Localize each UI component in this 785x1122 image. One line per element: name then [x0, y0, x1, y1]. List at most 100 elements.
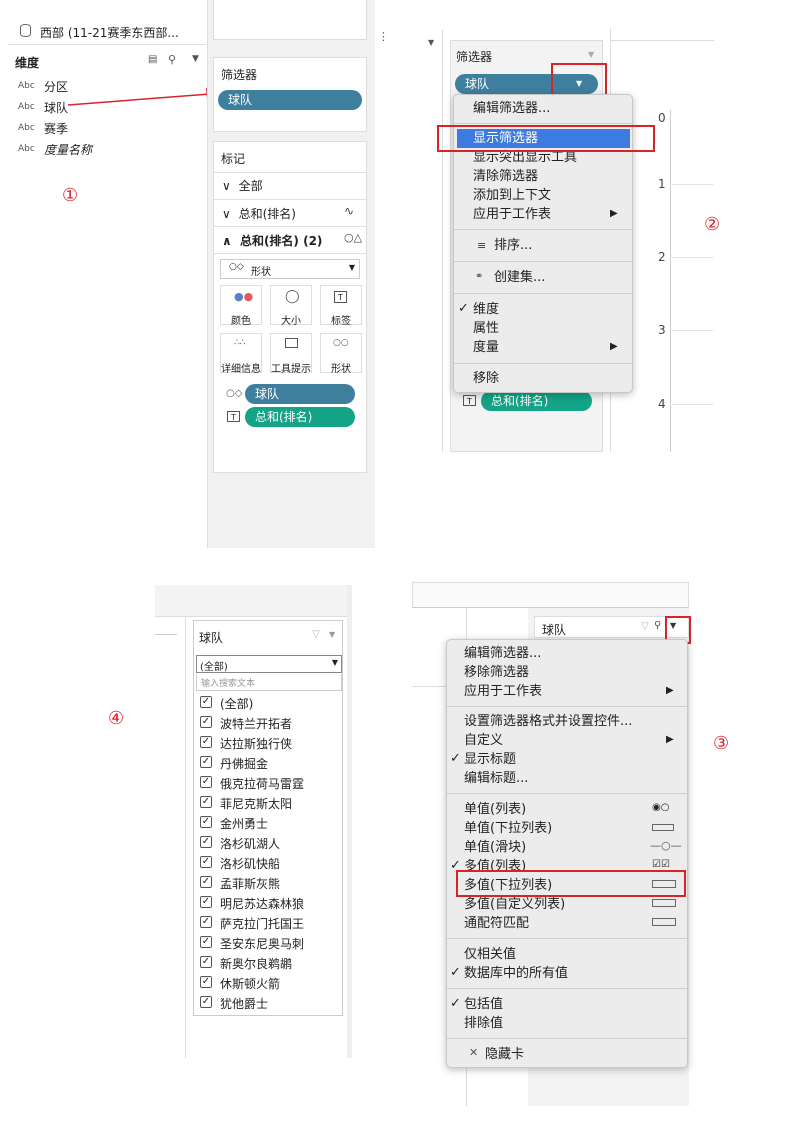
- menu-item-apply-to-worksheets[interactable]: 应用于工作表: [464, 683, 542, 701]
- checkbox[interactable]: ✓: [200, 996, 212, 1008]
- team-list-item[interactable]: ✓ 新奥尔良鹈鹕: [200, 953, 340, 971]
- menu-item-remove[interactable]: 移除: [473, 370, 499, 388]
- label-pill[interactable]: 总和(排名): [481, 391, 592, 411]
- menu-item-attribute[interactable]: 属性: [473, 320, 499, 338]
- chevron-down-icon: ▼: [348, 263, 355, 272]
- menu-item-hide-card[interactable]: 隐藏卡: [485, 1046, 524, 1064]
- submenu-arrow-icon: ▶: [610, 208, 618, 219]
- menu-item-relevant-values[interactable]: 仅相关值: [464, 946, 516, 964]
- chevron-down-icon: ▼: [588, 50, 595, 59]
- marks-sum-rank-row[interactable]: ∨ 总和(排名): [222, 205, 296, 222]
- mark-type-select[interactable]: ○◇ 形状 ▼: [220, 259, 360, 279]
- detail-button[interactable]: ∴∴ 详细信息: [220, 333, 262, 375]
- team-list-item[interactable]: ✓ (全部): [200, 693, 340, 711]
- menu-item-dimension[interactable]: 维度: [473, 301, 499, 319]
- menu-item-single-dropdown[interactable]: 单值(下拉列表): [464, 820, 552, 838]
- checkbox[interactable]: ✓: [200, 796, 212, 808]
- chevron-up-icon: ∧: [222, 234, 232, 248]
- team-list-item[interactable]: ✓ 明尼苏达森林狼: [200, 893, 340, 911]
- checkbox[interactable]: ✓: [200, 976, 212, 988]
- abc-icon: Abc: [18, 102, 35, 112]
- checkbox[interactable]: ✓: [200, 856, 212, 868]
- step-badge: ①: [62, 185, 79, 206]
- filters-title: 筛选器: [456, 50, 493, 64]
- marks-sum-rank-2-row[interactable]: ∧ 总和(排名) (2): [222, 232, 322, 249]
- menu-item-edit-title[interactable]: 编辑标题...: [464, 770, 528, 788]
- checkbox[interactable]: ✓: [200, 876, 212, 888]
- team-list-item[interactable]: ✓ 俄克拉荷马雷霆: [200, 773, 340, 791]
- checkbox[interactable]: ✓: [200, 836, 212, 848]
- menu-item-show-title[interactable]: 显示标题: [464, 751, 516, 769]
- label-button[interactable]: T 标签: [320, 285, 362, 327]
- menu-item-measure[interactable]: 度量: [473, 339, 499, 357]
- menu-item-customize[interactable]: 自定义: [464, 732, 503, 750]
- menu-item-create-set[interactable]: 创建集...: [494, 269, 545, 287]
- checkmark-icon: ✓: [450, 996, 461, 1011]
- checkbox-list-icon: ☑☑: [652, 859, 670, 870]
- field-name: 赛季: [44, 122, 69, 136]
- menu-item-format-filter[interactable]: 设置筛选器格式并设置控件...: [464, 713, 632, 731]
- team-list: ✓ (全部) ✓ 波特兰开拓者 ✓ 达拉斯独行侠 ✓ 丹佛掘金 ✓ 俄克拉荷马雷霆 ✓ 菲尼克斯太阳 ✓…: [194, 693, 344, 1015]
- menu-item-add-to-context[interactable]: 添加到上下文: [473, 187, 551, 205]
- menu-item-edit-filter[interactable]: 编辑筛选器...: [464, 645, 541, 663]
- checkbox[interactable]: ✓: [200, 736, 212, 748]
- team-list-item[interactable]: ✓ 波特兰开拓者: [200, 713, 340, 731]
- checkbox[interactable]: ✓: [200, 696, 212, 708]
- menu-item-single-slider[interactable]: 单值(滑块): [464, 839, 526, 857]
- menu-item-sort[interactable]: 排序...: [494, 237, 532, 255]
- chevron-down-icon[interactable]: ▼: [192, 54, 199, 64]
- datasource-name[interactable]: 西部 (11-21赛季东西部...: [40, 24, 179, 41]
- checkbox[interactable]: ✓: [200, 776, 212, 788]
- card-title: 球队: [199, 631, 224, 645]
- team-list-item[interactable]: ✓ 孟菲斯灰熊: [200, 873, 340, 891]
- label-icon: T: [334, 291, 347, 303]
- shape-button[interactable]: ○○ 形状: [320, 333, 362, 375]
- team-list-item[interactable]: ✓ 金州勇士: [200, 813, 340, 831]
- menu-item-include-values[interactable]: 包括值: [464, 996, 503, 1014]
- size-button[interactable]: ◯ 大小: [270, 285, 312, 327]
- menu-item-wildcard[interactable]: 通配符匹配: [464, 915, 529, 933]
- menu-item-remove-filter[interactable]: 移除筛选器: [464, 664, 529, 682]
- team-list-item[interactable]: ✓ 萨克拉门托国王: [200, 913, 340, 931]
- team-list-item[interactable]: ✓ 圣安东尼奥马刺: [200, 933, 340, 951]
- menu-item-all-values[interactable]: 数据库中的所有值: [464, 965, 568, 983]
- menu-item-clear-filter[interactable]: 清除筛选器: [473, 168, 538, 186]
- checkbox[interactable]: ✓: [200, 956, 212, 968]
- marks-title: 标记: [221, 152, 246, 166]
- team-list-item[interactable]: ✓ 休斯顿火箭: [200, 973, 340, 991]
- marks-all-row[interactable]: ∨ 全部: [222, 177, 263, 194]
- filters-title: 筛选器: [221, 68, 258, 82]
- checkbox[interactable]: ✓: [200, 716, 212, 728]
- menu-item-multi-custom-list[interactable]: 多值(自定义列表): [464, 896, 565, 914]
- panel-2: ▼ 筛选器 ▼ 球队 ▼ 0 1 2 3 4 ② T 总和(排名) 编辑筛选器.…: [420, 0, 785, 460]
- chevron-down-icon[interactable]: ▼: [428, 38, 434, 47]
- team-name: 孟菲斯灰熊: [220, 877, 281, 891]
- team-name: 菲尼克斯太阳: [220, 797, 293, 811]
- checkbox[interactable]: ✓: [200, 816, 212, 828]
- chevron-down-icon[interactable]: ▼: [329, 630, 335, 639]
- menu-item-edit-filter[interactable]: 编辑筛选器...: [473, 100, 550, 118]
- menu-item-apply-to-worksheets[interactable]: 应用于工作表: [473, 206, 551, 224]
- search-icon[interactable]: ⚲: [168, 53, 176, 66]
- team-list-item[interactable]: ✓ 丹佛掘金: [200, 753, 340, 771]
- search-input[interactable]: 输入搜索文本: [196, 674, 342, 691]
- team-list-item[interactable]: ✓ 菲尼克斯太阳: [200, 793, 340, 811]
- checkbox[interactable]: ✓: [200, 756, 212, 768]
- checkbox[interactable]: ✓: [200, 936, 212, 948]
- team-list-item[interactable]: ✓ 犹他爵士: [200, 993, 340, 1011]
- list-view-icon[interactable]: ▤: [148, 54, 157, 65]
- tooltip-button[interactable]: 工具提示: [270, 333, 312, 375]
- team-list-item[interactable]: ✓ 达拉斯独行侠: [200, 733, 340, 751]
- multi-select-dropdown[interactable]: (全部) ▼: [196, 655, 342, 673]
- menu-item-exclude-values[interactable]: 排除值: [464, 1015, 503, 1033]
- team-list-item[interactable]: ✓ 洛杉矶湖人: [200, 833, 340, 851]
- menu-item-single-list[interactable]: 单值(列表): [464, 801, 526, 819]
- color-button[interactable]: ●● 颜色: [220, 285, 262, 327]
- line-chart-icon: ∿: [344, 204, 355, 218]
- label-pill[interactable]: 总和(排名): [245, 407, 355, 427]
- checkbox[interactable]: ✓: [200, 916, 212, 928]
- checkbox[interactable]: ✓: [200, 896, 212, 908]
- shape-pill[interactable]: 球队: [245, 384, 355, 404]
- team-list-item[interactable]: ✓ 洛杉矶快船: [200, 853, 340, 871]
- filter-pill[interactable]: 球队: [218, 90, 362, 110]
